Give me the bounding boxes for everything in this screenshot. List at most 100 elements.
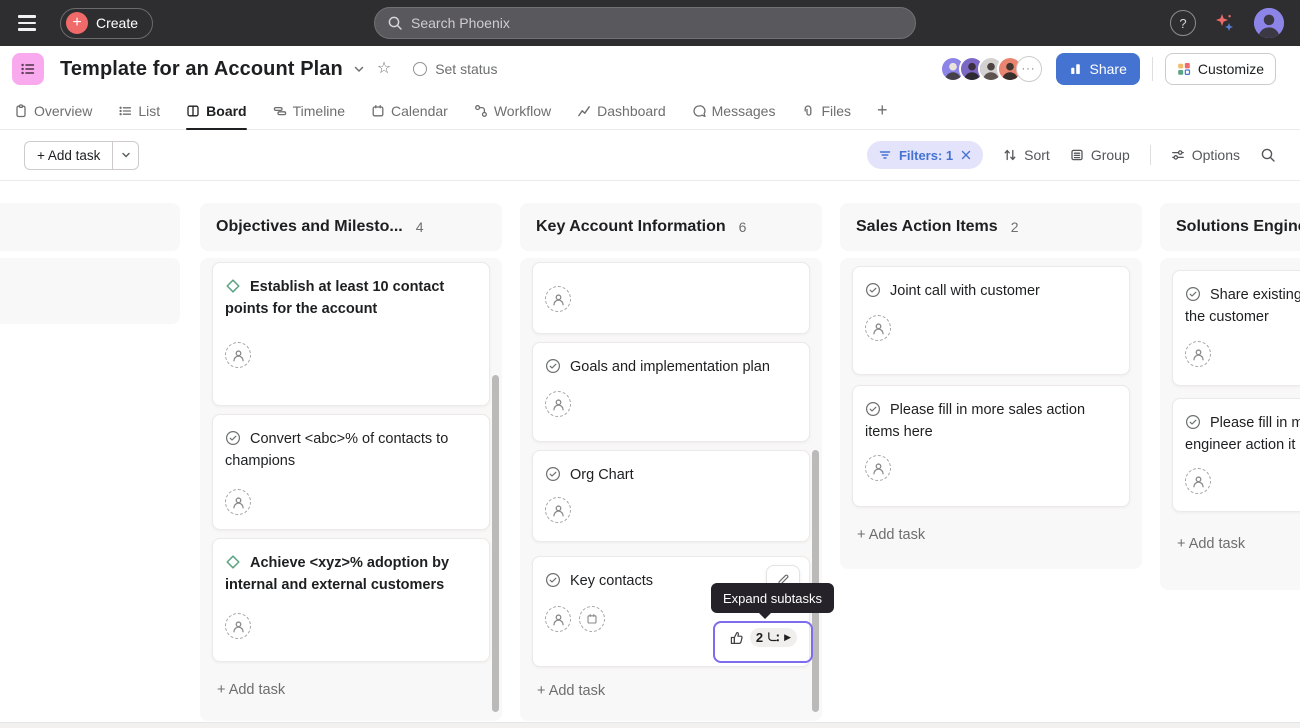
tooltip: Expand subtasks	[711, 583, 834, 613]
add-task-row[interactable]: + Add task	[852, 527, 1130, 543]
check-circle-icon	[545, 466, 561, 482]
create-button[interactable]: + Create	[60, 8, 153, 39]
assignee-placeholder[interactable]	[1185, 341, 1211, 367]
member-avatars: ···	[940, 56, 1042, 82]
tab-files[interactable]: Files	[801, 92, 851, 129]
tab-dashboard[interactable]: Dashboard	[577, 92, 666, 129]
assignee-placeholder[interactable]	[865, 315, 891, 341]
task-card[interactable]: Establish at least 10 contact points for…	[212, 262, 490, 406]
add-task-row[interactable]: + Add task	[212, 682, 490, 698]
check-circle-icon	[545, 358, 561, 374]
divider	[1152, 57, 1153, 81]
horizontal-scroll-track[interactable]	[0, 722, 1300, 728]
subtask-controls-focus[interactable]: 2 ▶	[713, 621, 813, 663]
chevron-down-icon	[121, 150, 131, 160]
calendar-icon	[371, 104, 385, 118]
column-header[interactable]	[0, 203, 180, 251]
column-body: Joint call with customer Please fill in …	[840, 258, 1142, 569]
header-right: ··· Share Customize	[940, 53, 1277, 85]
task-card[interactable]: Please fill in more sales action items h…	[852, 385, 1130, 507]
add-task-row[interactable]: + Add task	[1172, 536, 1300, 552]
task-card[interactable]: Joint call with customer	[852, 266, 1130, 375]
check-circle-icon	[1185, 286, 1201, 302]
assignee-placeholder[interactable]	[225, 489, 251, 515]
check-circle-icon	[865, 282, 881, 298]
column-solutions: Solutions Enginee Share existing the cus…	[1160, 203, 1300, 590]
assignee-placeholder[interactable]	[225, 342, 251, 368]
filters-label: Filters: 1	[899, 148, 953, 163]
task-title: Joint call with customer	[865, 280, 1117, 302]
sort-label: Sort	[1024, 147, 1050, 163]
close-icon[interactable]	[961, 150, 971, 160]
check-circle-icon	[865, 401, 881, 417]
column-header[interactable]: Sales Action Items 2	[840, 203, 1142, 251]
tab-workflow[interactable]: Workflow	[474, 92, 551, 129]
assignee-placeholder[interactable]	[545, 606, 571, 632]
column-body	[0, 258, 180, 324]
assignee-placeholder[interactable]	[1185, 468, 1211, 494]
milestone-icon	[225, 554, 241, 570]
set-status-button[interactable]: Set status	[413, 61, 497, 77]
add-task-dropdown[interactable]	[112, 142, 138, 169]
search-tasks-button[interactable]	[1260, 147, 1276, 163]
assignee-placeholder[interactable]	[865, 455, 891, 481]
search-icon	[387, 15, 403, 31]
divider	[1150, 145, 1151, 165]
tab-timeline[interactable]: Timeline	[273, 92, 345, 129]
task-card[interactable]: Convert <abc>% of contacts to champions	[212, 414, 490, 530]
task-card[interactable]: Goals and implementation plan	[532, 342, 810, 442]
column-header[interactable]: Objectives and Milesto... 4	[200, 203, 502, 251]
column-header[interactable]: Solutions Enginee	[1160, 203, 1300, 251]
tab-overview[interactable]: Overview	[14, 92, 92, 129]
column-header[interactable]: Key Account Information 6	[520, 203, 822, 251]
due-date-placeholder[interactable]	[579, 606, 605, 632]
column-scrollbar[interactable]	[812, 450, 819, 712]
expand-subtasks-button[interactable]: 2 ▶	[750, 628, 797, 647]
tab-messages[interactable]: Messages	[692, 92, 776, 129]
share-button[interactable]: Share	[1056, 53, 1140, 85]
add-task-split-button: + Add task	[24, 141, 139, 170]
like-button[interactable]	[729, 628, 745, 646]
dashboard-icon	[577, 104, 591, 118]
task-title: Please fill in m engineer action it	[1185, 412, 1300, 456]
task-title: Please fill in more sales action items h…	[865, 399, 1117, 443]
tab-calendar[interactable]: Calendar	[371, 92, 448, 129]
group-button[interactable]: Group	[1070, 147, 1130, 163]
tab-add-view[interactable]: +	[877, 92, 888, 129]
column-scrollbar[interactable]	[492, 375, 499, 712]
search-input[interactable]	[411, 15, 903, 31]
menu-icon[interactable]	[16, 9, 44, 37]
chevron-down-icon[interactable]	[353, 63, 365, 75]
assignee-placeholder[interactable]	[545, 391, 571, 417]
customize-icon	[1177, 62, 1191, 76]
task-title: Goals and implementation plan	[545, 356, 797, 378]
task-card[interactable]: Please fill in m engineer action it	[1172, 398, 1300, 512]
options-button[interactable]: Options	[1171, 147, 1240, 163]
paperclip-icon	[801, 104, 815, 118]
add-task-button[interactable]: + Add task	[25, 142, 112, 169]
customize-label: Customize	[1198, 61, 1264, 77]
task-card[interactable]: Share existing the customer	[1172, 270, 1300, 386]
task-card[interactable]: Org Chart	[532, 450, 810, 542]
search-bar[interactable]	[374, 7, 916, 39]
user-avatar[interactable]	[1254, 8, 1284, 38]
sort-button[interactable]: Sort	[1003, 147, 1050, 163]
tab-board[interactable]: Board	[186, 92, 246, 129]
project-list-icon[interactable]	[12, 53, 44, 85]
help-button[interactable]: ?	[1170, 10, 1196, 36]
star-icon[interactable]: ☆	[377, 61, 391, 77]
subtask-count: 2	[756, 630, 763, 645]
ai-sparkles-icon[interactable]	[1214, 12, 1236, 34]
filters-chip[interactable]: Filters: 1	[867, 141, 983, 169]
add-task-row[interactable]: + Add task	[532, 683, 810, 699]
assignee-placeholder[interactable]	[545, 286, 571, 312]
assignee-placeholder[interactable]	[225, 613, 251, 639]
more-members-button[interactable]: ···	[1016, 56, 1042, 82]
customize-button[interactable]: Customize	[1165, 53, 1276, 85]
task-card[interactable]: Achieve <xyz>% adoption by internal and …	[212, 538, 490, 662]
assignee-placeholder[interactable]	[545, 497, 571, 523]
page-title[interactable]: Template for an Account Plan	[60, 58, 343, 81]
tab-list[interactable]: List	[118, 92, 160, 129]
task-card[interactable]	[532, 262, 810, 334]
set-status-label: Set status	[435, 61, 497, 77]
